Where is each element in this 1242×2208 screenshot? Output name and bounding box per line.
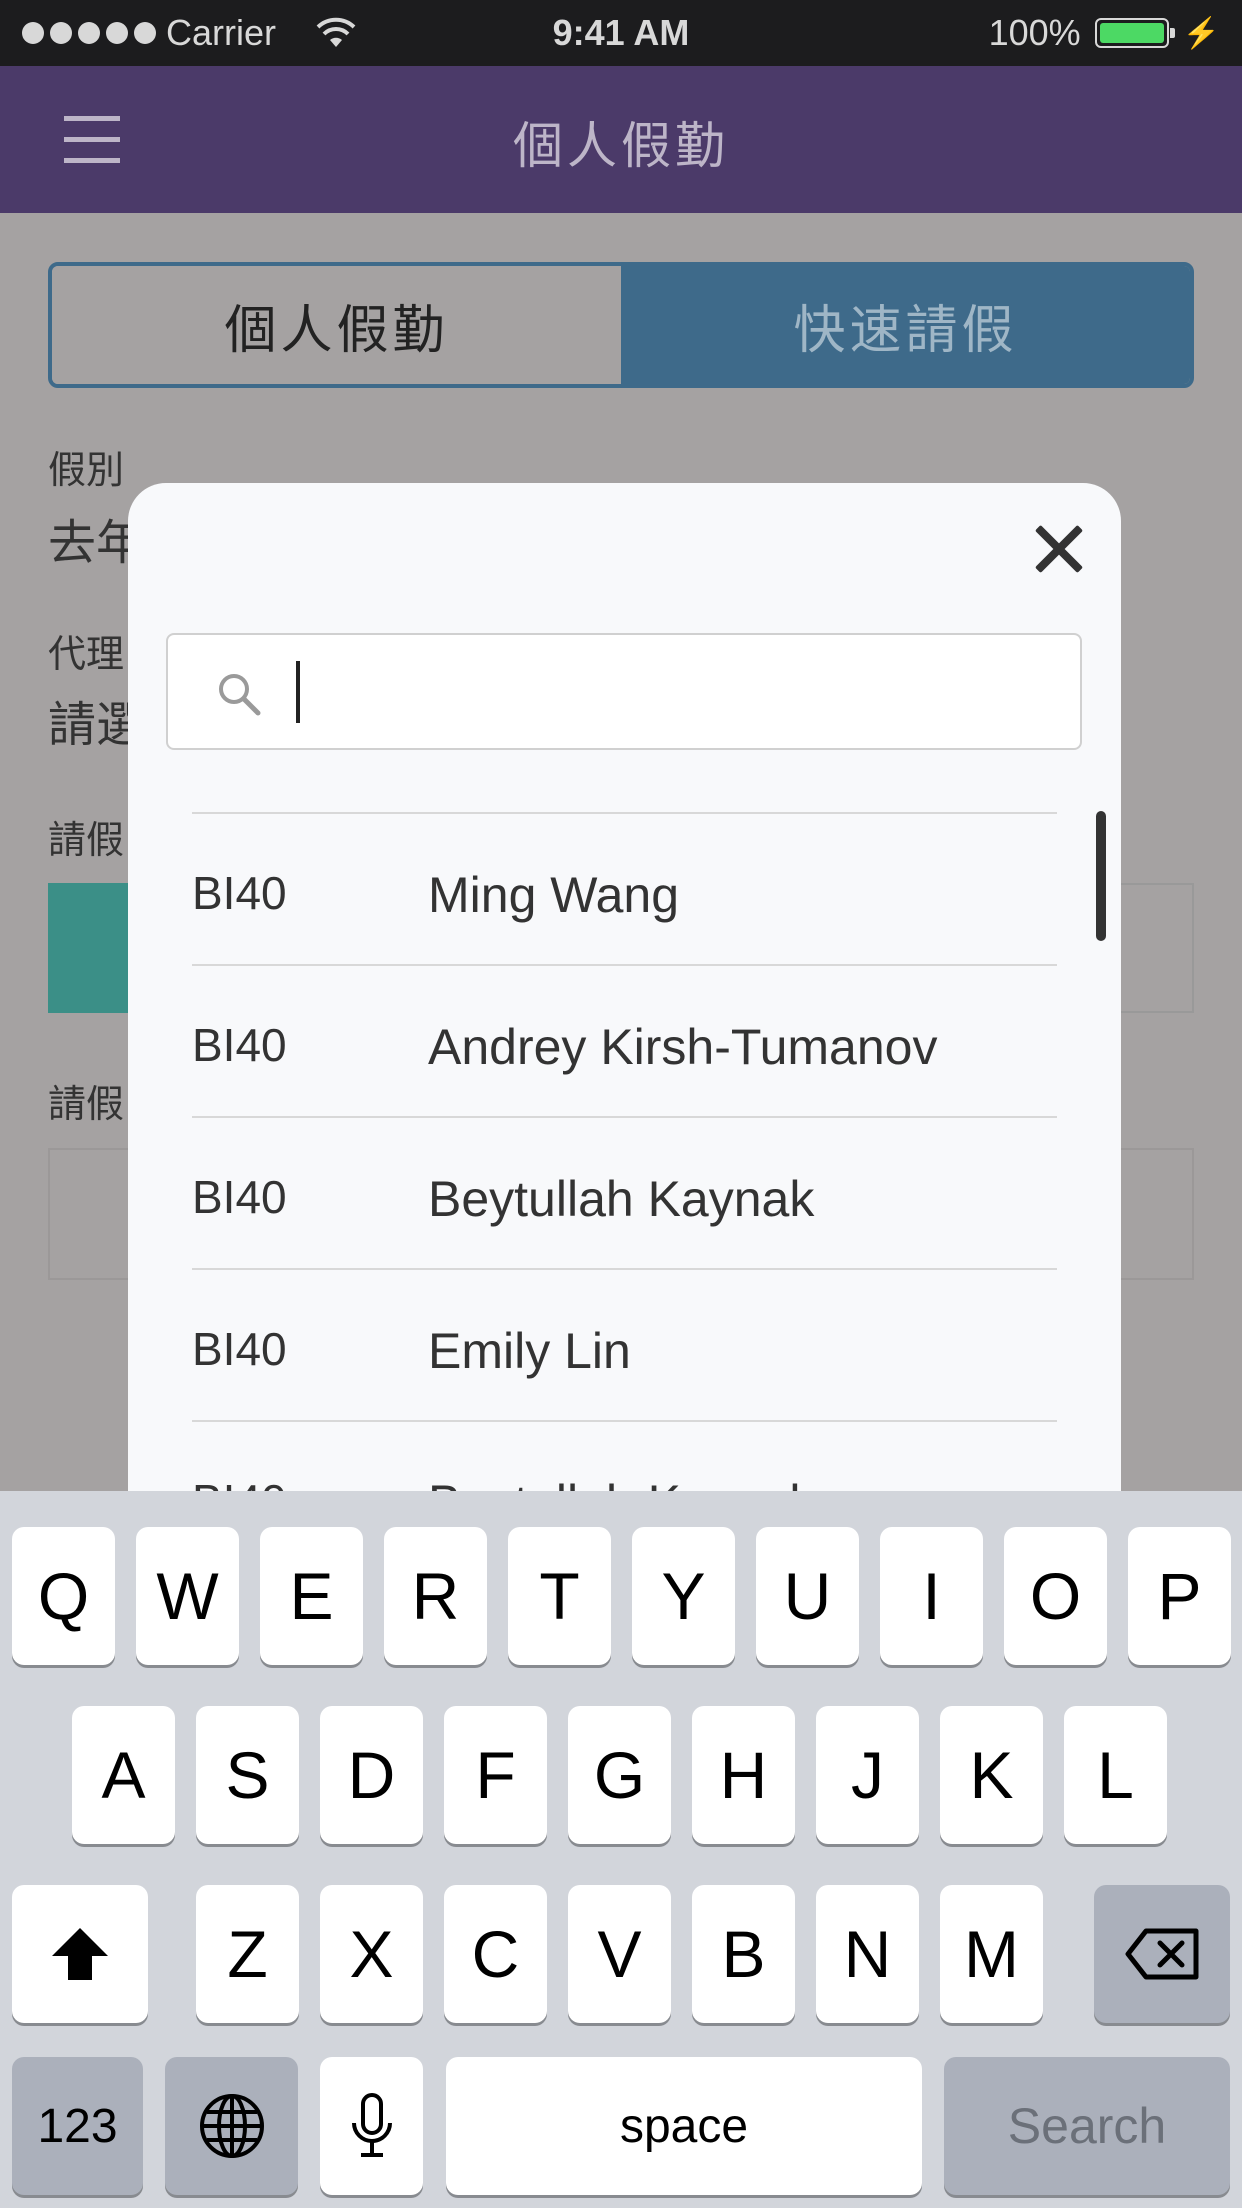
employee-code: BI40 — [192, 867, 287, 919]
key-p[interactable]: P — [1128, 1527, 1231, 1665]
key-o[interactable]: O — [1004, 1527, 1107, 1665]
agent-picker-modal: BI40 Ming Wang BI40 Andrey Kirsh-Tumanov… — [128, 483, 1121, 1491]
key-a[interactable]: A — [72, 1706, 175, 1844]
employee-name: Andrey Kirsh-Tumanov — [428, 1019, 938, 1075]
employee-code: BI40 — [192, 1474, 287, 1491]
key-u[interactable]: U — [756, 1527, 859, 1665]
tab-personal-leave[interactable]: 個人假勤 — [52, 266, 621, 384]
backspace-icon — [1125, 1928, 1199, 1980]
key-m[interactable]: M — [940, 1885, 1043, 2023]
key-n[interactable]: N — [816, 1885, 919, 2023]
key-j[interactable]: J — [816, 1706, 919, 1844]
key-c[interactable]: C — [444, 1885, 547, 2023]
nav-bar: 個人假勤 — [0, 66, 1242, 213]
list-item[interactable]: BI40 Beytullah Kaynak — [192, 1116, 1057, 1268]
status-bar: Carrier 9:41 AM 100% ⚡ — [0, 0, 1242, 66]
agent-list: BI40 Ming Wang BI40 Andrey Kirsh-Tumanov… — [192, 812, 1057, 1491]
key-t[interactable]: T — [508, 1527, 611, 1665]
employee-name: Beytullah Kaynak — [428, 1171, 815, 1227]
key-y[interactable]: Y — [632, 1527, 735, 1665]
employee-code: BI40 — [192, 1019, 287, 1071]
microphone-key[interactable] — [320, 2057, 423, 2195]
key-w[interactable]: W — [136, 1527, 239, 1665]
battery-percent: 100% — [988, 12, 1081, 53]
key-f[interactable]: F — [444, 1706, 547, 1844]
key-v[interactable]: V — [568, 1885, 671, 2023]
key-q[interactable]: Q — [12, 1527, 115, 1665]
list-item[interactable]: BI40 Beytullah Kaynak — [192, 1420, 1057, 1491]
key-h[interactable]: H — [692, 1706, 795, 1844]
battery-icon — [1094, 18, 1175, 48]
employee-name: Beytullah Kaynak — [428, 1474, 814, 1491]
key-z[interactable]: Z — [196, 1885, 299, 2023]
globe-icon — [199, 2094, 264, 2158]
search-icon — [219, 674, 261, 716]
key-d[interactable]: D — [320, 1706, 423, 1844]
text-cursor — [296, 661, 300, 723]
microphone-icon — [351, 2093, 392, 2157]
battery-info: 100% ⚡ — [989, 12, 1220, 54]
list-item[interactable]: BI40 Ming Wang — [192, 812, 1057, 964]
leave-type-label: 假別 — [48, 448, 125, 492]
tab-quick-leave[interactable]: 快速請假 — [621, 266, 1190, 384]
keyboard: Q W E R T Y U I O P A S D F G H J K L Z … — [0, 1491, 1242, 2208]
employee-code: BI40 — [192, 1323, 287, 1375]
agent-label: 代理 — [48, 632, 125, 676]
space-key[interactable]: space — [446, 2057, 922, 2195]
key-x[interactable]: X — [320, 1885, 423, 2023]
close-icon[interactable] — [1029, 519, 1089, 579]
key-i[interactable]: I — [880, 1527, 983, 1665]
key-l[interactable]: L — [1064, 1706, 1167, 1844]
employee-name: Ming Wang — [428, 867, 680, 923]
scrollbar[interactable] — [1096, 811, 1106, 941]
key-r[interactable]: R — [384, 1527, 487, 1665]
globe-key[interactable] — [165, 2057, 298, 2195]
numbers-key[interactable]: 123 — [12, 2057, 143, 2195]
shift-icon — [52, 1928, 108, 1980]
employee-name: Emily Lin — [428, 1323, 631, 1379]
list-item[interactable]: BI40 Andrey Kirsh-Tumanov — [192, 964, 1057, 1116]
key-b[interactable]: B — [692, 1885, 795, 2023]
segmented-control: 個人假勤 快速請假 — [48, 262, 1194, 388]
delete-key[interactable] — [1094, 1885, 1230, 2023]
key-k[interactable]: K — [940, 1706, 1043, 1844]
shift-key[interactable] — [12, 1885, 148, 2023]
list-item[interactable]: BI40 Emily Lin — [192, 1268, 1057, 1420]
key-s[interactable]: S — [196, 1706, 299, 1844]
leave-label-2: 請假 — [48, 1082, 125, 1126]
key-e[interactable]: E — [260, 1527, 363, 1665]
search-input[interactable] — [166, 633, 1082, 750]
search-key[interactable]: Search — [944, 2057, 1230, 2195]
leave-label-1: 請假 — [48, 818, 125, 862]
page-title: 個人假勤 — [513, 117, 729, 175]
key-g[interactable]: G — [568, 1706, 671, 1844]
charging-icon: ⚡ — [1182, 16, 1220, 50]
employee-code: BI40 — [192, 1171, 287, 1223]
